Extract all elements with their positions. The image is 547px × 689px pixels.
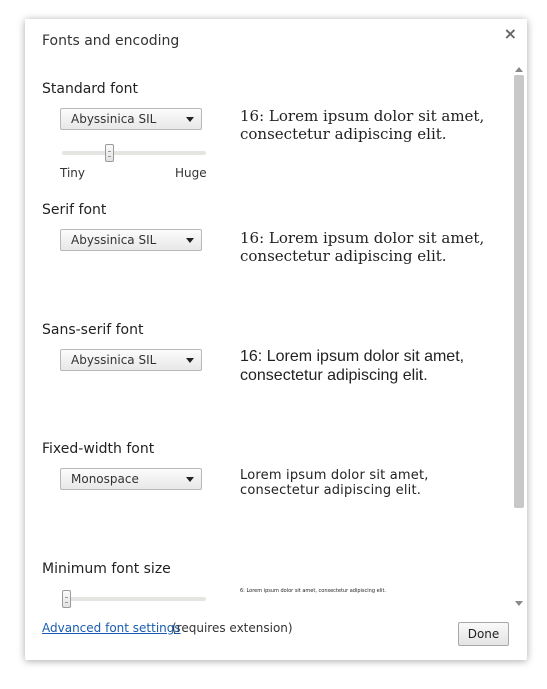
sans-serif-font-select[interactable]: Abyssinica SIL — [60, 349, 202, 371]
dialog-content[interactable]: Standard font Abyssinica SIL 16: Lorem i… — [25, 63, 527, 610]
dialog-title: Fonts and encoding — [42, 33, 180, 49]
done-button[interactable]: Done — [458, 622, 509, 646]
minimum-font-size-label: Minimum font size — [42, 561, 171, 577]
standard-font-label: Standard font — [42, 81, 138, 97]
standard-font-value: Abyssinica SIL — [71, 112, 157, 126]
standard-font-select[interactable]: Abyssinica SIL — [60, 108, 202, 130]
minimum-font-sample: 6: Lorem ipsum dolor sit amet, consectet… — [240, 588, 386, 594]
font-size-slider-track[interactable] — [62, 151, 206, 155]
scroll-up-icon[interactable] — [515, 67, 523, 72]
vertical-scrollbar[interactable] — [512, 63, 526, 610]
fixed-width-font-select[interactable]: Monospace — [60, 468, 202, 490]
sans-serif-font-sample: 16: Lorem ipsum dolor sit amet, consecte… — [240, 348, 465, 384]
chevron-down-icon — [186, 477, 194, 482]
close-icon[interactable]: × — [504, 25, 517, 43]
minimum-size-slider-track[interactable] — [62, 597, 206, 601]
serif-font-sample: 16: Lorem ipsum dolor sit amet, consecte… — [240, 229, 485, 265]
serif-font-label: Serif font — [42, 202, 107, 218]
slider-max-label: Huge — [175, 166, 207, 180]
requires-extension-note: (requires extension) — [172, 621, 293, 635]
serif-font-select[interactable]: Abyssinica SIL — [60, 229, 202, 251]
standard-font-sample: 16: Lorem ipsum dolor sit amet, consecte… — [240, 107, 485, 143]
font-size-slider-thumb[interactable] — [105, 144, 115, 162]
fixed-width-font-value: Monospace — [71, 472, 139, 486]
minimum-size-slider-thumb[interactable] — [62, 590, 71, 608]
slider-min-label: Tiny — [60, 166, 86, 180]
fixed-width-font-label: Fixed-width font — [42, 441, 155, 457]
chevron-down-icon — [186, 358, 194, 363]
fonts-dialog: Fonts and encoding × Standard font Abyss… — [25, 19, 527, 660]
serif-font-value: Abyssinica SIL — [71, 233, 157, 247]
sans-serif-font-value: Abyssinica SIL — [71, 353, 157, 367]
scrollbar-thumb[interactable] — [514, 75, 524, 508]
fixed-width-font-sample: Lorem ipsum dolor sit amet, consectetur … — [240, 468, 429, 498]
chevron-down-icon — [186, 117, 194, 122]
chevron-down-icon — [186, 238, 194, 243]
advanced-font-settings-link[interactable]: Advanced font settings — [42, 621, 181, 635]
scroll-down-icon[interactable] — [515, 601, 523, 606]
sans-serif-font-label: Sans-serif font — [42, 322, 144, 338]
